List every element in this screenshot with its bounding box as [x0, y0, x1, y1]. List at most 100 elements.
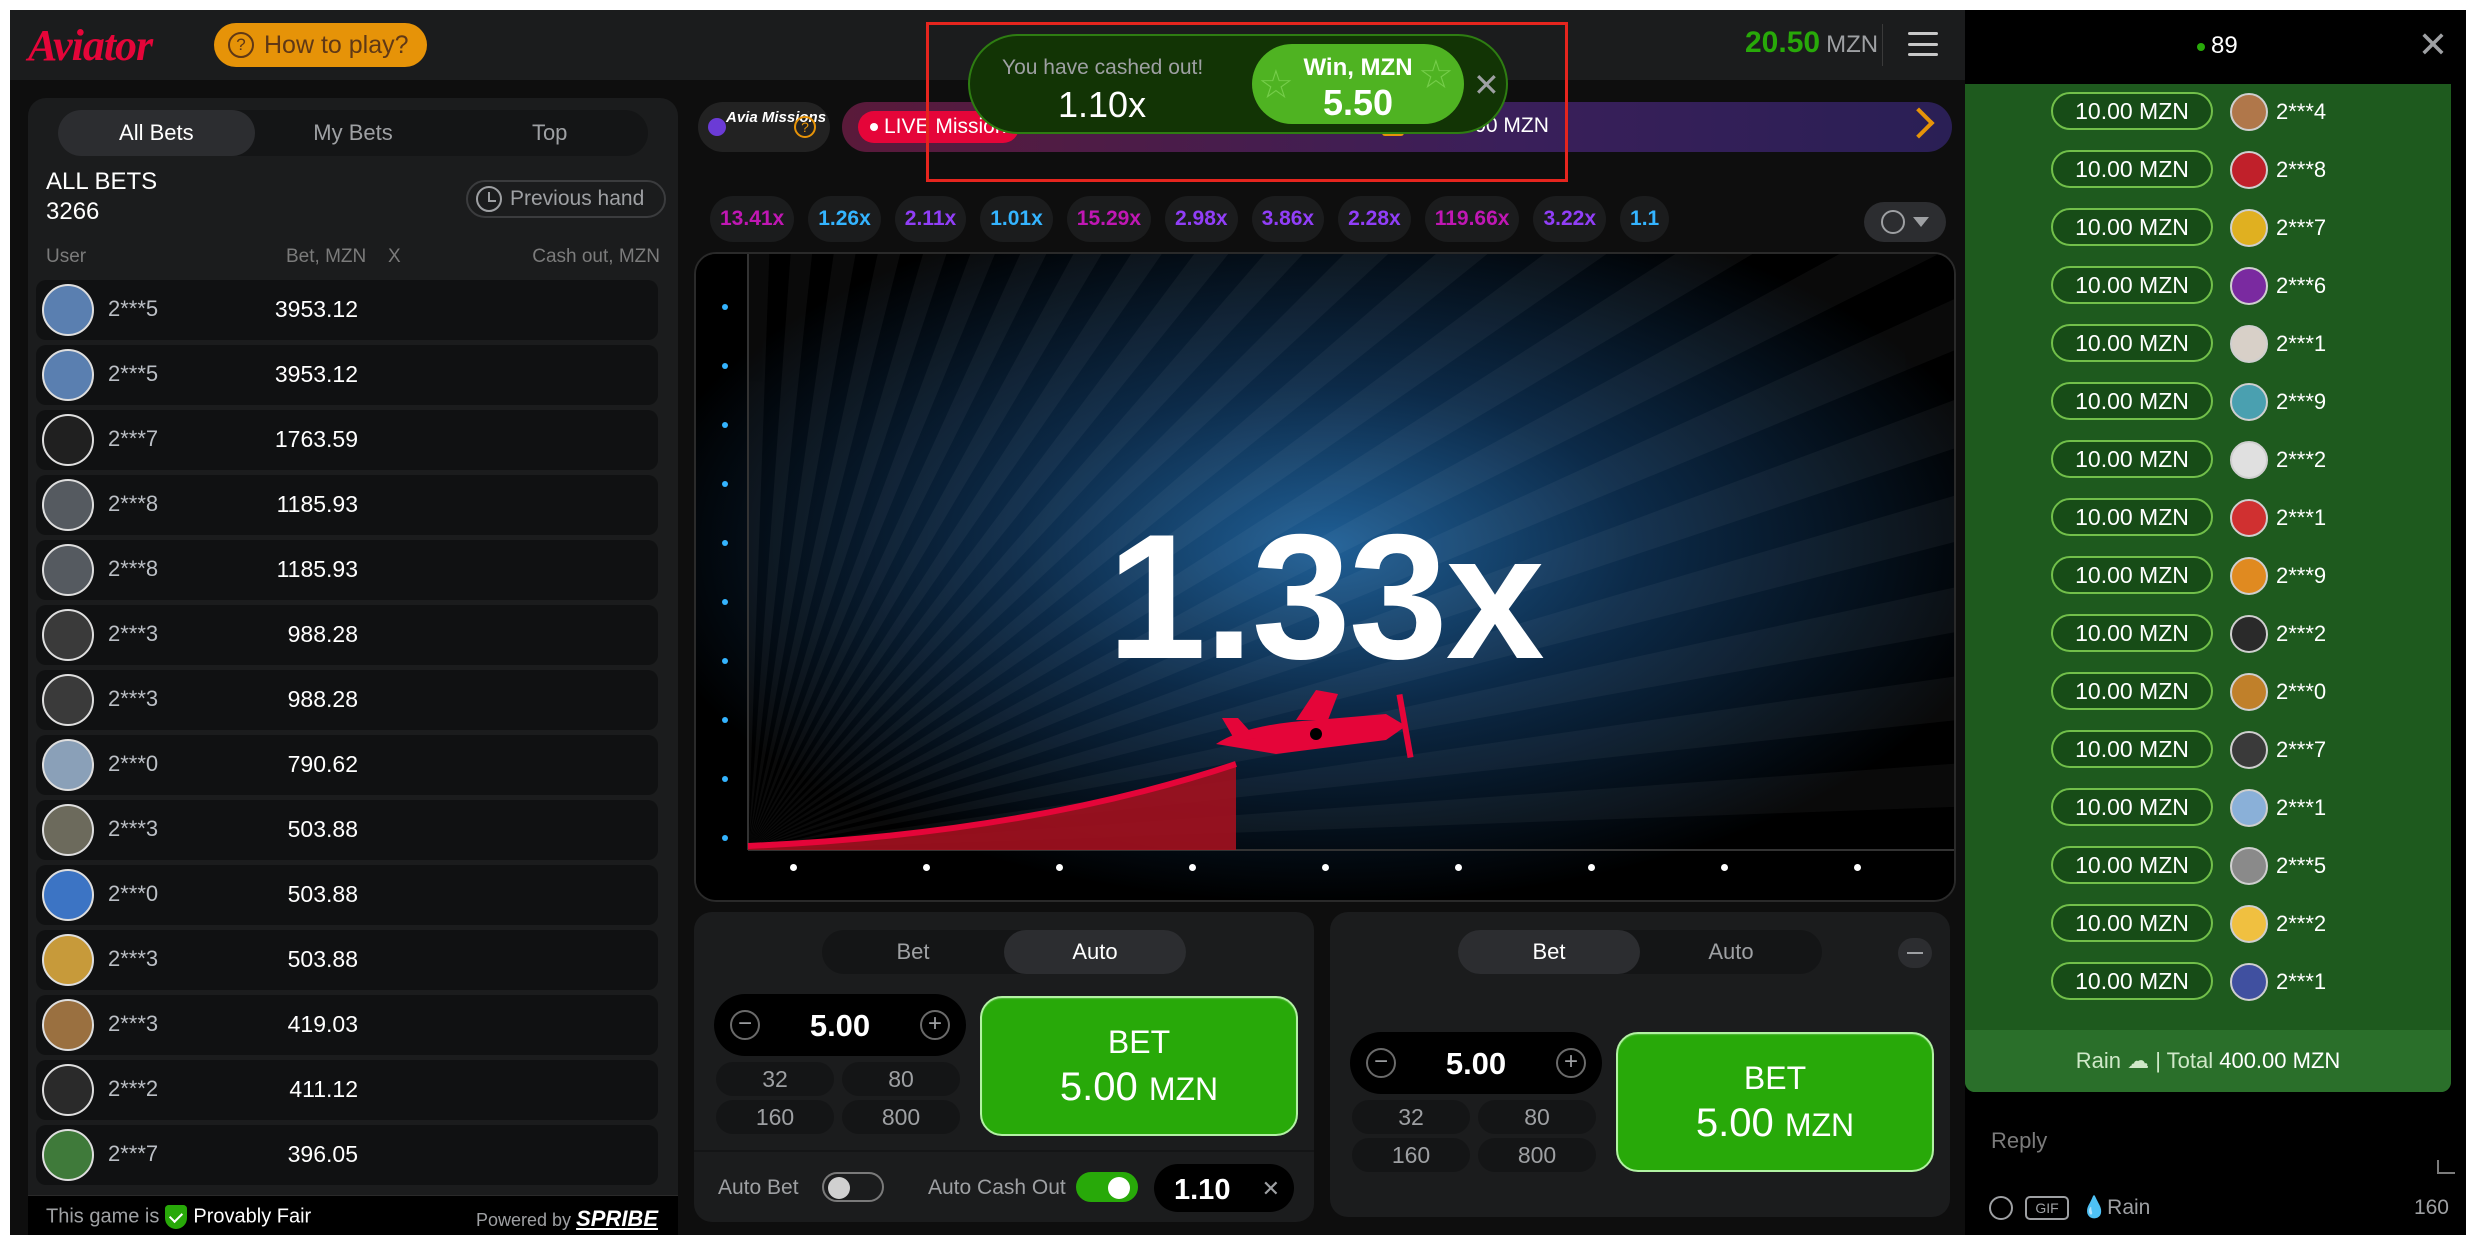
- quick-amount-32[interactable]: 32: [1352, 1100, 1470, 1134]
- balance-amount: 20.50: [1745, 26, 1821, 59]
- bet-button-label: BET: [1743, 1060, 1807, 1096]
- game-canvas: 1.33x: [694, 252, 1956, 902]
- remove-panel-button[interactable]: [1898, 938, 1932, 968]
- tab-all-bets[interactable]: All Bets: [58, 110, 255, 156]
- avatar: [2230, 93, 2268, 131]
- history-multiplier[interactable]: 3.86x: [1251, 196, 1325, 242]
- bets-panel: All Bets My Bets Top ALL BETS 3266 Previ…: [28, 98, 678, 1235]
- bet-row: 2***3 503.88: [36, 800, 658, 860]
- tab-bet[interactable]: Bet: [822, 930, 1004, 974]
- history-clock-icon: [1881, 210, 1905, 234]
- tab-my-bets[interactable]: My Bets: [255, 110, 452, 156]
- fair-label: Provably Fair: [193, 1205, 312, 1228]
- bet-row: 2***3 503.88: [36, 930, 658, 990]
- bet-user: 2***0: [108, 751, 159, 776]
- reply-input[interactable]: Reply: [1991, 1128, 2047, 1154]
- history-dropdown-button[interactable]: [1864, 202, 1946, 242]
- rain-user: 2***1: [2276, 969, 2327, 994]
- bet-amount: 3953.12: [274, 361, 358, 387]
- rain-user: 2***1: [2276, 505, 2327, 530]
- bet-button[interactable]: BET 5.00 MZN: [1616, 1032, 1934, 1172]
- emoji-icon[interactable]: [1989, 1196, 2013, 1220]
- bet-row: 2***5 3953.12: [36, 280, 658, 340]
- history-multiplier[interactable]: 2.11x: [894, 196, 967, 242]
- close-icon[interactable]: ✕: [2418, 24, 2448, 66]
- tab-bet[interactable]: Bet: [1458, 930, 1640, 974]
- previous-hand-label: Previous hand: [510, 187, 645, 210]
- auto-cashout-value[interactable]: 1.10: [1174, 1174, 1230, 1207]
- avatar: [2230, 151, 2268, 189]
- gif-button[interactable]: GIF: [2025, 1196, 2069, 1220]
- quick-amount-80[interactable]: 80: [1478, 1100, 1596, 1134]
- auto-cashout-label: Auto Cash Out: [928, 1176, 1066, 1199]
- how-to-play-button[interactable]: ? How to play?: [214, 23, 427, 67]
- history-multiplier[interactable]: 2.98x: [1165, 196, 1238, 242]
- rain-user: 2***2: [2276, 911, 2327, 936]
- previous-hand-button[interactable]: Previous hand: [466, 180, 666, 218]
- plus-icon[interactable]: +: [920, 1010, 950, 1040]
- auto-cashout-toggle[interactable]: [1076, 1172, 1138, 1202]
- clear-icon[interactable]: ✕: [1262, 1176, 1280, 1202]
- y-axis-dot: [722, 599, 728, 605]
- bet-amount: 503.88: [287, 816, 358, 842]
- quick-amount-800[interactable]: 800: [842, 1100, 960, 1134]
- plus-icon[interactable]: +: [1556, 1048, 1586, 1078]
- tab-top[interactable]: Top: [451, 110, 648, 156]
- history-multiplier[interactable]: 1.1: [1620, 196, 1670, 242]
- quick-amount-80[interactable]: 80: [842, 1062, 960, 1096]
- close-icon[interactable]: ✕: [1473, 66, 1500, 104]
- avia-missions-button[interactable]: Avia Missions ?: [698, 102, 830, 152]
- history-multiplier[interactable]: 3.22x: [1533, 196, 1607, 242]
- quick-amount-32[interactable]: 32: [716, 1062, 834, 1096]
- shield-check-icon: [165, 1205, 188, 1229]
- provably-fair-link[interactable]: This game is Provably Fair: [46, 1205, 311, 1229]
- rain-row: 10.00 MZN 2***1: [1965, 780, 2451, 834]
- avatar: [2230, 383, 2268, 421]
- quick-amount-800[interactable]: 800: [1478, 1138, 1596, 1172]
- rain-button[interactable]: 💧Rain: [2081, 1196, 2150, 1220]
- history-multiplier[interactable]: 13.41x: [710, 196, 795, 242]
- avatar: [42, 544, 94, 596]
- y-axis-dot: [722, 776, 728, 782]
- question-icon[interactable]: ?: [794, 116, 816, 138]
- rain-footer: Rain ☁ | Total 400.00 MZN: [1965, 1030, 2451, 1092]
- question-icon: ?: [228, 32, 254, 58]
- chevron-right-icon[interactable]: [1903, 107, 1935, 139]
- rain-row: 10.00 MZN 2***0: [1965, 664, 2451, 718]
- history-multiplier[interactable]: 2.28x: [1338, 196, 1411, 242]
- rain-row: 10.00 MZN 2***2: [1965, 896, 2451, 950]
- column-bet: Bet, MZN: [286, 246, 367, 267]
- bet-amount: 419.03: [287, 1011, 358, 1037]
- bet-user: 2***3: [108, 946, 159, 971]
- bets-tabs: All Bets My Bets Top: [58, 110, 648, 156]
- history-multiplier[interactable]: 1.01x: [980, 196, 1053, 242]
- rain-row: 10.00 MZN 2***7: [1965, 722, 2451, 776]
- rain-row: 10.00 MZN 2***1: [1965, 490, 2451, 544]
- y-axis-dot: [722, 540, 728, 546]
- rain-user: 2***0: [2276, 679, 2327, 704]
- bet-amount-stepper[interactable]: − 5.00 +: [714, 994, 966, 1056]
- auto-cashout-input[interactable]: 1.10 ✕: [1154, 1164, 1294, 1212]
- auto-bet-toggle[interactable]: [822, 1172, 884, 1202]
- history-multiplier[interactable]: 1.26x: [808, 196, 881, 242]
- tab-auto[interactable]: Auto: [1640, 930, 1822, 974]
- bet-panel-1-tabs: Bet Auto: [822, 930, 1186, 974]
- aviator-logo[interactable]: Aviator: [28, 20, 153, 71]
- enter-icon[interactable]: [2437, 1160, 2455, 1174]
- avatar: [2230, 325, 2268, 363]
- powered-prefix: Powered by: [476, 1210, 572, 1230]
- history-multiplier[interactable]: 15.29x: [1066, 196, 1151, 242]
- rain-row: 10.00 MZN 2***4: [1965, 84, 2451, 138]
- quick-amount-160[interactable]: 160: [1352, 1138, 1470, 1172]
- rain-user: 2***1: [2276, 331, 2327, 356]
- rain-user: 2***9: [2276, 563, 2327, 588]
- bet-button[interactable]: BET 5.00 MZN: [980, 996, 1298, 1136]
- quick-amount-160[interactable]: 160: [716, 1100, 834, 1134]
- tab-auto[interactable]: Auto: [1004, 930, 1186, 974]
- star-icon: ☆: [1258, 63, 1294, 107]
- bet-amount-stepper[interactable]: − 5.00 +: [1350, 1032, 1602, 1094]
- bet-row: 2***8 1185.93: [36, 475, 658, 535]
- history-multiplier[interactable]: 119.66x: [1424, 196, 1520, 242]
- spribe-logo[interactable]: SPRIBE: [576, 1206, 658, 1231]
- hamburger-menu-icon[interactable]: [1908, 32, 1938, 56]
